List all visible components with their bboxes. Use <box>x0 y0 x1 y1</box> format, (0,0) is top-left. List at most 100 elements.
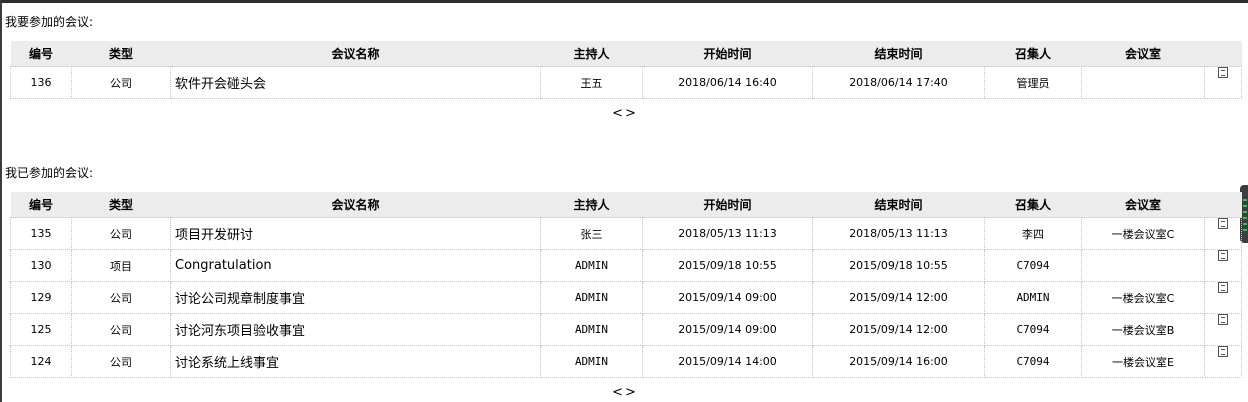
cell-convener: C7094 <box>984 249 1082 282</box>
cell-convener: ADMIN <box>984 281 1082 314</box>
cell-host: 张三 <box>540 217 643 250</box>
table-row[interactable]: 135 公司 项目开发研讨 张三 2018/05/13 11:13 2018/05/13 … <box>10 217 1242 250</box>
attended-pager: <> <box>605 385 645 400</box>
cell-host: ADMIN <box>540 313 643 346</box>
cell-meeting-name: 讨论河东项目验收事宜 <box>170 313 541 346</box>
attended-section-title: 我已参加的会议: <box>5 166 94 180</box>
cell-end-time: 2018/05/13 11:13 <box>812 217 985 250</box>
cell-id: 129 <box>10 281 72 314</box>
cell-start-time: 2015/09/14 14:00 <box>642 345 813 378</box>
cell-action <box>1204 66 1242 99</box>
grip-line <box>1243 229 1247 231</box>
cell-start-time: 2015/09/14 09:00 <box>642 281 813 314</box>
upcoming-section-title: 我要参加的会议: <box>5 15 94 29</box>
col-header-convener: 召集人 <box>984 41 1082 67</box>
col-header-room: 会议室 <box>1081 41 1205 67</box>
cell-start-time: 2018/06/14 16:40 <box>642 66 813 99</box>
cell-action <box>1204 313 1242 346</box>
col-header-start: 开始时间 <box>642 41 813 67</box>
cell-host: ADMIN <box>540 345 643 378</box>
prev-page-button[interactable]: < <box>612 106 625 121</box>
cell-id: 125 <box>10 313 72 346</box>
cell-room <box>1081 249 1205 282</box>
cell-id: 124 <box>10 345 72 378</box>
grip-line <box>1243 205 1247 207</box>
cell-end-time: 2018/06/14 17:40 <box>812 66 985 99</box>
col-header-host: 主持人 <box>540 192 643 218</box>
col-header-name: 会议名称 <box>170 41 541 67</box>
cell-type: 公司 <box>71 313 171 346</box>
cell-action <box>1204 281 1242 314</box>
cell-room: 一楼会议室C <box>1081 281 1205 314</box>
col-header-action <box>1204 192 1242 218</box>
cell-id: 135 <box>10 217 72 250</box>
grip-line <box>1243 211 1247 213</box>
table-row[interactable]: 136 公司 软件开会碰头会 王五 2018/06/14 16:40 2018/06/14… <box>10 66 1242 99</box>
cell-meeting-name: 项目开发研讨 <box>170 217 541 250</box>
cell-room: 一楼会议室B <box>1081 313 1205 346</box>
cell-room: 一楼会议室C <box>1081 217 1205 250</box>
cell-meeting-name: 讨论公司规章制度事宜 <box>170 281 541 314</box>
table-header-row: 编号 类型 会议名称 主持人 开始时间 结束时间 召集人 会议室 <box>10 192 1242 218</box>
upcoming-meetings-table: 编号 类型 会议名称 主持人 开始时间 结束时间 召集人 会议室 136 公司 软件… <box>10 41 1242 99</box>
table-row[interactable]: 130 项目 Congratulation ADMIN 2015/09/18 10:55… <box>10 249 1242 282</box>
col-header-id: 编号 <box>10 41 72 67</box>
grip-line <box>1243 199 1247 201</box>
window-top-border <box>0 0 1248 3</box>
col-header-convener: 召集人 <box>984 192 1082 218</box>
cell-type: 公司 <box>71 345 171 378</box>
col-header-id: 编号 <box>10 192 72 218</box>
cell-type: 公司 <box>71 217 171 250</box>
grip-line <box>1243 217 1247 219</box>
next-page-button[interactable]: > <box>625 106 638 121</box>
cell-room <box>1081 66 1205 99</box>
col-header-name: 会议名称 <box>170 192 541 218</box>
cell-type: 公司 <box>71 281 171 314</box>
col-header-start: 开始时间 <box>642 192 813 218</box>
document-copy-icon[interactable] <box>1215 67 1228 80</box>
col-header-action <box>1204 41 1242 67</box>
next-page-button[interactable]: > <box>625 385 638 400</box>
cell-action <box>1204 345 1242 378</box>
cell-meeting-name: Congratulation <box>170 249 541 282</box>
cell-type: 公司 <box>71 66 171 99</box>
cell-host: ADMIN <box>540 249 643 282</box>
prev-page-button[interactable]: < <box>612 385 625 400</box>
col-header-type: 类型 <box>71 41 171 67</box>
document-copy-icon[interactable] <box>1215 250 1228 263</box>
col-header-end: 结束时间 <box>812 192 985 218</box>
cell-start-time: 2018/05/13 11:13 <box>642 217 813 250</box>
upcoming-pager: <> <box>605 106 645 121</box>
table-row[interactable]: 129 公司 讨论公司规章制度事宜 ADMIN 2015/09/14 09:00 2015… <box>10 281 1242 314</box>
document-copy-icon[interactable] <box>1215 314 1228 327</box>
col-header-host: 主持人 <box>540 41 643 67</box>
cell-type: 项目 <box>71 249 171 282</box>
cell-end-time: 2015/09/14 12:00 <box>812 281 985 314</box>
cell-action <box>1204 217 1242 250</box>
cell-host: 王五 <box>540 66 643 99</box>
cell-convener: C7094 <box>984 313 1082 346</box>
cell-end-time: 2015/09/18 10:55 <box>812 249 985 282</box>
document-copy-icon[interactable] <box>1215 218 1228 231</box>
document-copy-icon[interactable] <box>1215 346 1228 359</box>
cell-convener: 管理员 <box>984 66 1082 99</box>
cell-meeting-name: 软件开会碰头会 <box>170 66 541 99</box>
document-copy-icon[interactable] <box>1215 282 1228 295</box>
cell-id: 130 <box>10 249 72 282</box>
grip-line <box>1243 223 1247 225</box>
col-header-type: 类型 <box>71 192 171 218</box>
cell-room: 一楼会议室E <box>1081 345 1205 378</box>
cell-meeting-name: 讨论系统上线事宜 <box>170 345 541 378</box>
cell-action <box>1204 249 1242 282</box>
window-left-border <box>0 0 2 402</box>
table-row[interactable]: 124 公司 讨论系统上线事宜 ADMIN 2015/09/14 14:00 2015/0… <box>10 345 1242 378</box>
table-row[interactable]: 125 公司 讨论河东项目验收事宜 ADMIN 2015/09/14 09:00 2015… <box>10 313 1242 346</box>
cell-end-time: 2015/09/14 12:00 <box>812 313 985 346</box>
attended-meetings-table: 编号 类型 会议名称 主持人 开始时间 结束时间 召集人 会议室 135 公司 项目… <box>10 192 1242 378</box>
cell-start-time: 2015/09/14 09:00 <box>642 313 813 346</box>
cell-end-time: 2015/09/14 16:00 <box>812 345 985 378</box>
col-header-end: 结束时间 <box>812 41 985 67</box>
table-header-row: 编号 类型 会议名称 主持人 开始时间 结束时间 召集人 会议室 <box>10 41 1242 67</box>
cell-id: 136 <box>10 66 72 99</box>
cell-convener: C7094 <box>984 345 1082 378</box>
